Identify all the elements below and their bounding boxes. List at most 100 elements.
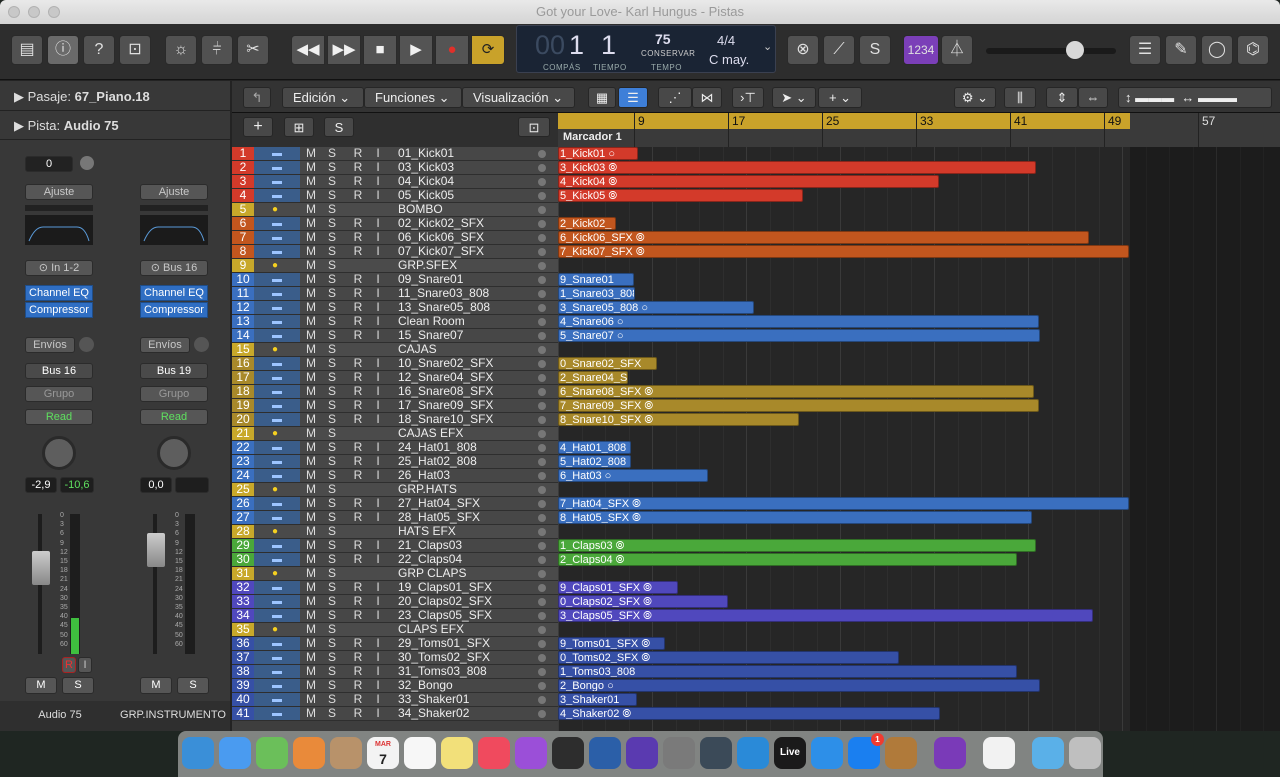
track-number[interactable]: 31 bbox=[232, 567, 254, 580]
track-input-button[interactable]: I bbox=[371, 357, 385, 370]
audio-region[interactable]: 8_Hat05_SFX ⦾ bbox=[558, 511, 1032, 524]
track-row[interactable]: 30 ▬ M S R I 22_Claps04 bbox=[232, 553, 558, 567]
dock-final-cut-pro-icon[interactable] bbox=[552, 737, 584, 769]
track-name[interactable]: 22_Claps04 bbox=[398, 553, 462, 566]
track-number[interactable]: 36 bbox=[232, 637, 254, 650]
track-on-off-icon[interactable] bbox=[538, 542, 546, 550]
audio-region[interactable]: 6_Kick06_SFX ⦾ bbox=[558, 231, 1089, 244]
track-on-off-icon[interactable] bbox=[538, 318, 546, 326]
track-name[interactable]: 21_Claps03 bbox=[398, 539, 462, 552]
minimize-button[interactable] bbox=[28, 6, 40, 18]
track-solo-button[interactable]: S bbox=[325, 553, 339, 566]
track-on-off-icon[interactable] bbox=[538, 164, 546, 172]
track-solo-button[interactable]: S bbox=[325, 175, 339, 188]
dock-m-sica-icon[interactable] bbox=[478, 737, 510, 769]
track-mute-button[interactable]: M bbox=[304, 441, 318, 454]
audio-region[interactable]: 4_Shaker02 ⦾ bbox=[558, 707, 940, 720]
track-number[interactable]: 25 bbox=[232, 483, 254, 496]
record-enable-button[interactable]: R bbox=[62, 657, 76, 673]
master-volume-slider[interactable] bbox=[986, 48, 1116, 54]
track-on-off-icon[interactable] bbox=[538, 234, 546, 242]
gain-value[interactable]: 0 bbox=[25, 156, 73, 172]
sends-knob-1[interactable] bbox=[79, 337, 94, 352]
track-record-button[interactable]: R bbox=[351, 609, 365, 622]
track-solo-button[interactable]: S bbox=[325, 399, 339, 412]
track-name[interactable]: 25_Hat02_808 bbox=[398, 455, 477, 468]
edit-menu[interactable]: Edición ⌄ bbox=[282, 87, 364, 108]
track-icon[interactable]: ▬ bbox=[254, 679, 300, 692]
track-mute-button[interactable]: M bbox=[304, 175, 318, 188]
track-solo-button[interactable]: S bbox=[325, 581, 339, 594]
track-on-off-icon[interactable] bbox=[538, 682, 546, 690]
track-input-button[interactable]: I bbox=[371, 301, 385, 314]
track-on-off-icon[interactable] bbox=[538, 248, 546, 256]
track-solo-button[interactable]: S bbox=[325, 315, 339, 328]
track-mute-button[interactable]: M bbox=[304, 217, 318, 230]
track-solo-button[interactable]: S bbox=[325, 147, 339, 160]
audio-region[interactable]: 1_Kick01 ○ bbox=[558, 147, 638, 160]
track-row[interactable]: 34 ▬ M S R I 23_Claps05_SFX bbox=[232, 609, 558, 623]
cycle-button[interactable]: ⟳ bbox=[471, 35, 505, 65]
close-button[interactable] bbox=[8, 6, 20, 18]
track-input-button[interactable]: I bbox=[371, 441, 385, 454]
track-row[interactable]: 9 ● M S GRP.SFEX bbox=[232, 259, 558, 273]
track-number[interactable]: 5 bbox=[232, 203, 254, 216]
audio-region[interactable]: 1_Snare03_808 bbox=[558, 287, 635, 300]
input-monitor-button[interactable]: I bbox=[78, 657, 92, 673]
audio-region[interactable]: 0_Toms02_SFX ⦾ bbox=[558, 651, 899, 664]
audio-region[interactable]: 3_Snare05_808 ○ bbox=[558, 301, 754, 314]
track-number[interactable]: 30 bbox=[232, 553, 254, 566]
track-record-button[interactable]: R bbox=[351, 413, 365, 426]
track-icon[interactable]: ● bbox=[254, 483, 300, 496]
track-solo-button[interactable]: S bbox=[325, 343, 339, 356]
track-record-button[interactable]: R bbox=[351, 665, 365, 678]
vertical-fit-icon[interactable]: ⇕ bbox=[1046, 87, 1078, 108]
track-input-button[interactable]: I bbox=[371, 511, 385, 524]
track-on-off-icon[interactable] bbox=[538, 430, 546, 438]
sends-knob-2[interactable] bbox=[194, 337, 209, 352]
track-number[interactable]: 4 bbox=[232, 189, 254, 202]
track-record-button[interactable]: R bbox=[351, 469, 365, 482]
audio-region[interactable]: 5_Kick05 ⦾ bbox=[558, 189, 803, 202]
dock-chrome-icon[interactable] bbox=[983, 737, 1015, 769]
audio-region[interactable]: 2_Bongo ○ bbox=[558, 679, 1040, 692]
dock-garageband-icon[interactable] bbox=[885, 737, 917, 769]
track-record-button[interactable]: R bbox=[351, 245, 365, 258]
track-icon[interactable]: ● bbox=[254, 343, 300, 356]
track-row[interactable]: 40 ▬ M S R I 33_Shaker01 bbox=[232, 693, 558, 707]
track-on-off-icon[interactable] bbox=[538, 276, 546, 284]
track-record-button[interactable]: R bbox=[351, 511, 365, 524]
track-on-off-icon[interactable] bbox=[538, 332, 546, 340]
track-record-button[interactable]: R bbox=[351, 385, 365, 398]
track-solo-button[interactable]: S bbox=[325, 385, 339, 398]
volume-fader-1[interactable] bbox=[32, 551, 50, 585]
list-view-icon[interactable]: ☰ bbox=[618, 87, 648, 108]
track-row[interactable]: 41 ▬ M S R I 34_Shaker02 bbox=[232, 707, 558, 721]
volume-fader-2[interactable] bbox=[147, 533, 165, 567]
track-number[interactable]: 12 bbox=[232, 301, 254, 314]
track-number[interactable]: 41 bbox=[232, 707, 254, 720]
inspector-icon[interactable]: ⓘ bbox=[47, 35, 79, 65]
output-button-1[interactable]: Bus 16 bbox=[25, 363, 93, 379]
track-solo-button[interactable]: S bbox=[325, 665, 339, 678]
track-name[interactable]: GRP CLAPS bbox=[398, 567, 466, 580]
track-number[interactable]: 39 bbox=[232, 679, 254, 692]
track-icon[interactable]: ▬ bbox=[254, 245, 300, 258]
track-solo-button[interactable]: S bbox=[325, 357, 339, 370]
track-input-button[interactable]: I bbox=[371, 385, 385, 398]
track-mute-button[interactable]: M bbox=[304, 567, 318, 580]
track-row[interactable]: 28 ● M S HATS EFX bbox=[232, 525, 558, 539]
track-on-off-icon[interactable] bbox=[538, 206, 546, 214]
track-record-button[interactable]: R bbox=[351, 441, 365, 454]
track-row[interactable]: 12 ▬ M S R I 13_Snare05_808 bbox=[232, 301, 558, 315]
track-number[interactable]: 7 bbox=[232, 231, 254, 244]
track-row[interactable]: 1 ▬ M S R I 01_Kick01 bbox=[232, 147, 558, 161]
pointer-tool-icon[interactable]: ➤ ⌄ bbox=[772, 87, 816, 108]
track-solo-button[interactable]: S bbox=[325, 189, 339, 202]
track-row[interactable]: 14 ▬ M S R I 15_Snare07 bbox=[232, 329, 558, 343]
dock-motion-icon[interactable] bbox=[626, 737, 658, 769]
track-record-button[interactable]: R bbox=[351, 651, 365, 664]
audio-region[interactable]: 2_Claps04 ⦾ bbox=[558, 553, 1017, 566]
track-number[interactable]: 33 bbox=[232, 595, 254, 608]
track-row[interactable]: 8 ▬ M S R I 07_Kick07_SFX bbox=[232, 245, 558, 259]
